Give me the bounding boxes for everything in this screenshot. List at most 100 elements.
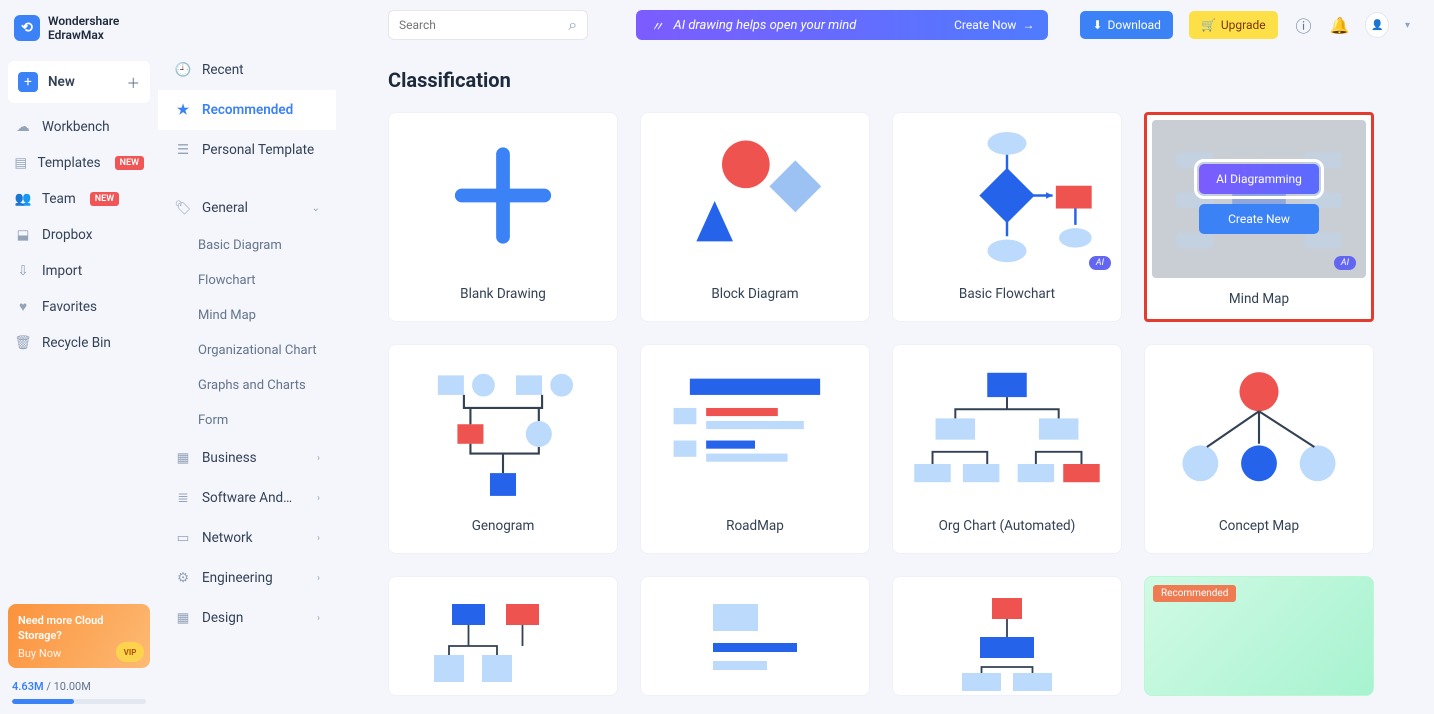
- avatar[interactable]: 👤: [1365, 12, 1389, 38]
- card-partial-2[interactable]: [640, 576, 870, 696]
- sub-flowchart[interactable]: Flowchart: [158, 263, 336, 298]
- cat-personal-template[interactable]: ☰ Personal Template: [158, 130, 336, 170]
- clock-icon: 🕘: [174, 61, 192, 79]
- card-roadmap[interactable]: RoadMap: [640, 344, 870, 554]
- card-thumb: [893, 345, 1121, 510]
- storage-bar: [12, 699, 146, 704]
- main-content: ⌕ 〃 AI drawing helps open your mind Crea…: [336, 0, 1434, 714]
- sidebar-item-dropbox[interactable]: ⬓ Dropbox: [0, 217, 158, 253]
- download-button[interactable]: ⬇ Download: [1080, 11, 1172, 39]
- new-badge: NEW: [90, 192, 119, 206]
- card-thumb: [641, 345, 869, 510]
- software-icon: ≣: [174, 489, 192, 507]
- card-org-chart[interactable]: Org Chart (Automated): [892, 344, 1122, 554]
- team-icon: 👥: [14, 190, 32, 208]
- card-thumb: [893, 577, 1121, 696]
- card-thumb: [1145, 345, 1373, 510]
- plus-icon: +: [18, 72, 38, 92]
- card-thumb: [641, 577, 869, 696]
- card-label: Block Diagram: [711, 278, 798, 302]
- sidebar-item-team[interactable]: 👥 Team NEW: [0, 181, 158, 217]
- card-concept-map[interactable]: Concept Map: [1144, 344, 1374, 554]
- ai-badge: AI: [1334, 256, 1356, 270]
- cat-recent[interactable]: 🕘 Recent: [158, 50, 336, 90]
- engineering-icon: ⚙: [174, 569, 192, 587]
- chevron-right-icon: ›: [317, 573, 320, 584]
- cat-network[interactable]: ▭ Network›: [158, 518, 336, 558]
- card-label: Concept Map: [1219, 510, 1299, 534]
- template-icon: ▤: [14, 154, 27, 172]
- star-icon: ★: [174, 101, 192, 119]
- card-label: Genogram: [472, 510, 535, 534]
- sidebar-item-workbench[interactable]: ☁ Workbench: [0, 109, 158, 145]
- card-thumb: [389, 113, 617, 278]
- tag-icon: 🏷: [174, 199, 192, 217]
- sidebar-item-templates[interactable]: ▤ Templates NEW: [0, 145, 158, 181]
- new-button[interactable]: + New ＋: [8, 61, 150, 103]
- card-partial-1[interactable]: [388, 576, 618, 696]
- template-grid: Blank Drawing Block Diagram AI Basic Flo…: [388, 112, 1410, 696]
- sub-form[interactable]: Form: [158, 403, 336, 438]
- trash-icon: 🗑: [14, 334, 32, 352]
- cat-recommended[interactable]: ★ Recommended: [158, 90, 336, 130]
- cat-design[interactable]: ▦ Design›: [158, 598, 336, 638]
- card-label: Org Chart (Automated): [939, 510, 1076, 534]
- section-title: Classification: [388, 68, 1410, 92]
- upgrade-button[interactable]: 🛒 Upgrade: [1189, 11, 1278, 39]
- ai-diagramming-button[interactable]: AI Diagramming: [1199, 164, 1319, 194]
- cat-engineering[interactable]: ⚙ Engineering›: [158, 558, 336, 598]
- ai-banner-text: AI drawing helps open your mind: [673, 18, 856, 33]
- chevron-right-icon: ›: [317, 533, 320, 544]
- chevron-right-icon: ›: [317, 453, 320, 464]
- card-thumb: AI Diagramming Create New AI: [1152, 120, 1366, 278]
- network-icon: ▭: [174, 529, 192, 547]
- ai-banner[interactable]: 〃 AI drawing helps open your mind Create…: [636, 10, 1048, 40]
- card-thumb: [389, 345, 617, 510]
- card-partial-3[interactable]: [892, 576, 1122, 696]
- card-blank-drawing[interactable]: Blank Drawing: [388, 112, 618, 322]
- promo-title: Need more Cloud Storage?: [18, 614, 140, 643]
- topbar: ⌕ 〃 AI drawing helps open your mind Crea…: [388, 10, 1410, 40]
- chevron-right-icon: ›: [317, 613, 320, 624]
- search-icon: ⌕: [568, 15, 577, 35]
- card-label: Basic Flowchart: [959, 278, 1055, 302]
- create-now-link[interactable]: Create Now →: [954, 18, 1034, 32]
- search-box[interactable]: ⌕: [388, 10, 588, 40]
- doc-icon: ☰: [174, 141, 192, 159]
- card-label: Mind Map: [1229, 283, 1289, 307]
- sub-graphs[interactable]: Graphs and Charts: [158, 368, 336, 403]
- search-input[interactable]: [399, 18, 568, 32]
- cat-business[interactable]: ▦ Business›: [158, 438, 336, 478]
- card-recommended[interactable]: Recommended: [1144, 576, 1374, 696]
- new-label: New: [48, 74, 75, 90]
- card-label: RoadMap: [726, 510, 784, 534]
- storage-promo[interactable]: Need more Cloud Storage? Buy Now VIP: [8, 604, 150, 668]
- sub-org-chart[interactable]: Organizational Chart: [158, 333, 336, 368]
- sidebar-item-favorites[interactable]: ♥ Favorites: [0, 289, 158, 325]
- create-new-button[interactable]: Create New: [1199, 204, 1319, 234]
- arrow-right-icon: →: [1022, 18, 1034, 32]
- sidebar-item-import[interactable]: ⇩ Import: [0, 253, 158, 289]
- ai-badge: AI: [1089, 256, 1111, 270]
- sidebar-item-recyclebin[interactable]: 🗑 Recycle Bin: [0, 325, 158, 361]
- help-icon[interactable]: ⓘ: [1294, 14, 1314, 36]
- add-icon: ＋: [127, 72, 141, 92]
- logo-icon: ⟲: [14, 15, 40, 41]
- card-block-diagram[interactable]: Block Diagram: [640, 112, 870, 322]
- new-badge: NEW: [115, 156, 144, 170]
- dropbox-icon: ⬓: [14, 226, 32, 244]
- sub-basic-diagram[interactable]: Basic Diagram: [158, 228, 336, 263]
- card-mind-map[interactable]: AI Diagramming Create New AI Mind Map: [1144, 112, 1374, 322]
- sub-mind-map[interactable]: Mind Map: [158, 298, 336, 333]
- bell-icon[interactable]: 🔔: [1329, 14, 1349, 36]
- card-genogram[interactable]: Genogram: [388, 344, 618, 554]
- design-icon: ▦: [174, 609, 192, 627]
- cat-general[interactable]: 🏷 General ⌄: [158, 188, 336, 228]
- cat-software[interactable]: ≣ Software And…›: [158, 478, 336, 518]
- cloud-icon: ☁: [14, 118, 32, 136]
- card-basic-flowchart[interactable]: AI Basic Flowchart: [892, 112, 1122, 322]
- card-thumb: [389, 577, 617, 696]
- vip-badge: VIP: [116, 642, 144, 662]
- logo-text: Wondershare EdrawMax: [48, 14, 119, 43]
- chevron-down-icon[interactable]: ▾: [1405, 20, 1410, 31]
